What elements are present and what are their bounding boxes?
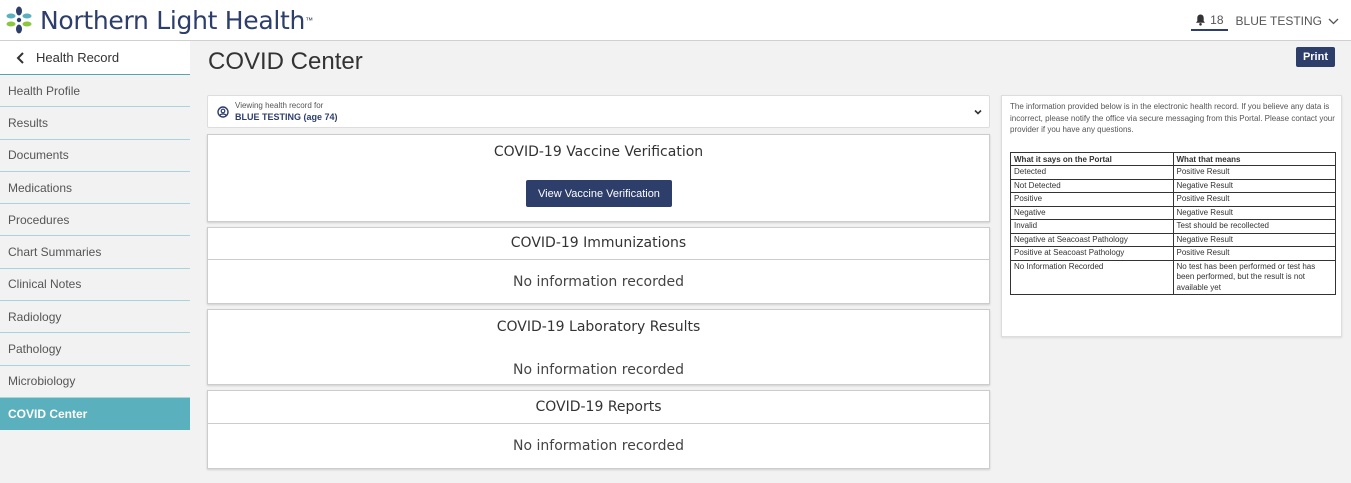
lab-results-card: COVID-19 Laboratory Results No informati…: [207, 309, 990, 385]
table-cell: Negative Result: [1172, 232, 1336, 247]
card-title: COVID-19 Laboratory Results: [496, 319, 701, 335]
viewing-record-selector[interactable]: Viewing health record for BLUE TESTING (…: [207, 95, 990, 128]
sidebar-item-radiology[interactable]: Radiology: [0, 301, 190, 334]
card-title: COVID-19 Immunizations: [510, 235, 687, 251]
sidebar-item-clinical-notes[interactable]: Clinical Notes: [0, 269, 190, 302]
empty-state: No information recorded: [513, 438, 684, 454]
table-cell: Positive Result: [1172, 165, 1336, 180]
table-row: No Information Recorded No test has been …: [1010, 259, 1336, 295]
table-row: Invalid Test should be recollected: [1010, 219, 1336, 234]
empty-state: No information recorded: [513, 274, 684, 290]
sidebar-item-results[interactable]: Results: [0, 107, 190, 140]
sidebar-item-chart-summaries[interactable]: Chart Summaries: [0, 236, 190, 269]
back-to-health-record[interactable]: Health Record: [0, 41, 190, 75]
table-row: Negative Negative Result: [1010, 205, 1336, 220]
chevron-left-icon: [16, 51, 24, 64]
column-header: What that means: [1172, 152, 1336, 166]
sidebar-item-label: Clinical Notes: [8, 277, 82, 292]
sidebar-item-label: Medications: [8, 180, 73, 195]
legend-table: What it says on the Portal What that mea…: [1010, 152, 1336, 295]
user-area: 18 BLUE TESTING: [1191, 10, 1339, 32]
table-header-row: What it says on the Portal What that mea…: [1010, 152, 1336, 166]
page-title: COVID Center: [208, 48, 363, 75]
viewing-caption: Viewing health record for: [235, 101, 324, 110]
sidebar-item-medications[interactable]: Medications: [0, 172, 190, 205]
table-cell: Negative Result: [1172, 178, 1336, 193]
table-row: Positive at Seacoast Pathology Positive R…: [1010, 246, 1336, 261]
table-cell: Positive Result: [1172, 192, 1336, 207]
logo-text: Northern Light Health: [40, 5, 306, 35]
sidebar-item-documents[interactable]: Documents: [0, 140, 190, 172]
sidebar-item-health-profile[interactable]: Health Profile: [0, 75, 190, 108]
chevron-down-icon: [974, 109, 982, 115]
legend-description: The information provided below is in the…: [1010, 102, 1335, 134]
card-title: COVID-19 Reports: [535, 399, 662, 415]
sidebar: Health Record Health Profile Results Doc…: [0, 41, 190, 483]
top-bar: Northern Light Health ™ 18 BLUE TESTING: [0, 0, 1351, 41]
table-row: Detected Positive Result: [1010, 165, 1336, 180]
sidebar-item-label: Radiology: [8, 309, 62, 324]
vaccine-verification-card: COVID-19 Vaccine Verification View Vacci…: [207, 134, 990, 222]
table-cell: Positive Result: [1172, 246, 1336, 261]
table-cell: Positive at Seacoast Pathology: [1010, 246, 1174, 261]
column-header: What it says on the Portal: [1010, 152, 1174, 166]
logo[interactable]: Northern Light Health ™: [4, 4, 313, 36]
notification-count: 18: [1210, 12, 1224, 27]
logo-tm: ™: [305, 15, 314, 25]
sidebar-item-pathology[interactable]: Pathology: [0, 333, 190, 366]
view-vaccine-verification-button[interactable]: View Vaccine Verification: [526, 180, 672, 207]
immunizations-card: COVID-19 Immunizations No information re…: [207, 227, 990, 304]
table-cell: Negative: [1010, 205, 1174, 220]
sidebar-item-label: Pathology: [8, 342, 62, 357]
table-row: Positive Positive Result: [1010, 192, 1336, 207]
empty-state: No information recorded: [513, 362, 684, 378]
sidebar-item-label: COVID Center: [8, 406, 88, 421]
sidebar-item-label: Chart Summaries: [8, 245, 102, 260]
back-label: Health Record: [36, 50, 120, 65]
chevron-down-icon[interactable]: [1328, 18, 1339, 25]
sidebar-item-label: Microbiology: [8, 374, 76, 389]
table-cell: Positive: [1010, 192, 1174, 207]
main-content: COVID Center Print Viewing health record…: [200, 41, 1351, 483]
patient-name: BLUE TESTING: [235, 112, 302, 122]
table-row: Not Detected Negative Result: [1010, 178, 1336, 193]
person-circle-icon: [217, 106, 229, 118]
sidebar-item-procedures[interactable]: Procedures: [0, 204, 190, 237]
table-cell: Not Detected: [1010, 178, 1174, 193]
reports-card: COVID-19 Reports No information recorded: [207, 390, 990, 469]
table-cell: Detected: [1010, 165, 1174, 180]
sidebar-item-covid-center[interactable]: COVID Center: [0, 397, 190, 430]
table-cell: Invalid: [1010, 219, 1174, 234]
table-cell: No test has been performed or test has b…: [1172, 259, 1336, 295]
print-button[interactable]: Print: [1295, 47, 1335, 67]
card-title: COVID-19 Vaccine Verification: [493, 144, 704, 160]
viewing-patient: BLUE TESTING (age 74): [235, 112, 338, 122]
patient-age: (age 74): [303, 112, 338, 122]
table-row: Negative at Seacoast Pathology Negative R…: [1010, 232, 1336, 247]
bell-icon: [1196, 14, 1206, 26]
table-cell: Negative at Seacoast Pathology: [1010, 232, 1174, 247]
result-legend-panel: The information provided below is in the…: [1001, 95, 1342, 337]
pine-logo-icon: [6, 6, 32, 34]
sidebar-item-label: Documents: [8, 148, 69, 163]
sidebar-item-label: Procedures: [8, 212, 70, 227]
table-cell: Test should be recollected: [1172, 219, 1336, 234]
notifications-button[interactable]: 18: [1191, 11, 1228, 31]
table-cell: No Information Recorded: [1010, 259, 1174, 295]
sidebar-item-microbiology[interactable]: Microbiology: [0, 366, 190, 398]
user-menu-name[interactable]: BLUE TESTING: [1236, 14, 1322, 28]
sidebar-item-label: Health Profile: [8, 83, 81, 98]
sidebar-item-label: Results: [8, 115, 49, 130]
table-cell: Negative Result: [1172, 205, 1336, 220]
